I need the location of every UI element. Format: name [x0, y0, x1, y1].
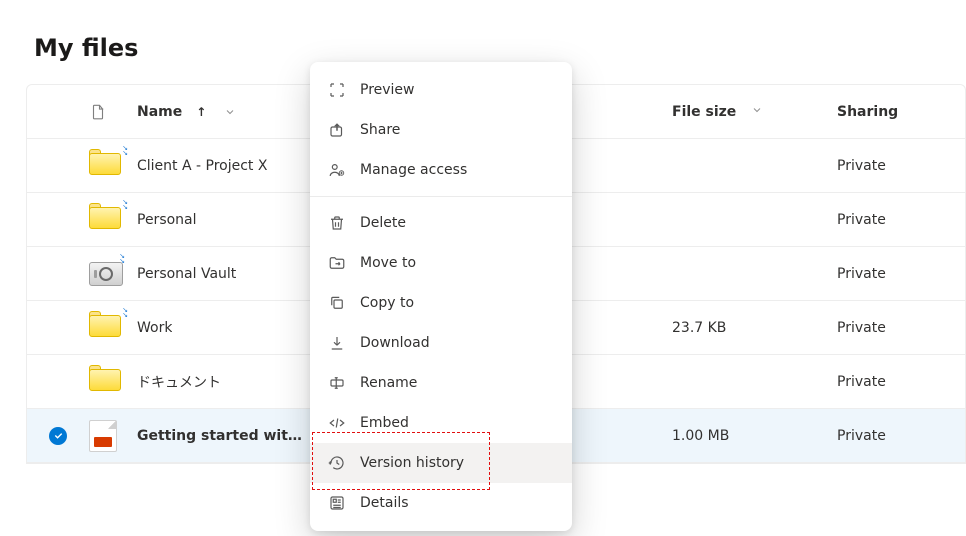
sync-icon: ↘↘	[119, 254, 124, 264]
menu-item-delete[interactable]: Delete	[310, 203, 572, 243]
menu-separator	[310, 196, 572, 197]
version-history-icon	[328, 454, 346, 472]
column-header-file-size-label: File size	[672, 104, 736, 120]
file-name: Work	[137, 320, 172, 336]
download-icon	[328, 334, 346, 352]
context-menu: Preview Share Manage access Delete Move …	[310, 62, 572, 531]
preview-icon	[328, 81, 346, 99]
menu-item-move-to[interactable]: Move to	[310, 243, 572, 283]
menu-item-embed[interactable]: Embed	[310, 403, 572, 443]
menu-item-preview-label: Preview	[360, 82, 415, 98]
folder-icon: ↘↘	[89, 207, 125, 233]
menu-item-preview[interactable]: Preview	[310, 70, 572, 110]
embed-icon	[328, 414, 346, 432]
pdf-icon	[89, 420, 117, 452]
file-size: 23.7 KB	[672, 320, 837, 336]
file-name: Personal Vault	[137, 266, 236, 282]
file-name: ドキュメント	[137, 372, 221, 392]
rename-icon	[328, 374, 346, 392]
sync-icon: ↘↘	[122, 308, 127, 318]
page-title: My files	[34, 34, 966, 62]
sort-up-icon: ↑	[196, 105, 206, 119]
file-name: Getting started with Or	[137, 428, 309, 444]
menu-item-share[interactable]: Share	[310, 110, 572, 150]
delete-icon	[328, 214, 346, 232]
details-icon	[328, 494, 346, 512]
folder-icon: ↘↘	[89, 315, 125, 341]
menu-item-copy-to[interactable]: Copy to	[310, 283, 572, 323]
file-size: 1.00 MB	[672, 428, 837, 444]
header-file-icon	[89, 103, 137, 121]
menu-item-rename-label: Rename	[360, 375, 417, 391]
column-header-file-size[interactable]: File size	[672, 104, 837, 120]
copy-to-icon	[328, 294, 346, 312]
vault-icon: ↘↘	[89, 262, 123, 286]
file-sharing: Private	[837, 428, 965, 444]
file-sharing: Private	[837, 212, 965, 228]
file-sharing: Private	[837, 266, 965, 282]
sync-icon: ↘↘	[122, 146, 127, 156]
column-header-name-label: Name	[137, 104, 182, 120]
menu-item-delete-label: Delete	[360, 215, 406, 231]
chevron-down-icon	[751, 104, 763, 116]
menu-item-download[interactable]: Download	[310, 323, 572, 363]
menu-item-download-label: Download	[360, 335, 430, 351]
selected-check-icon[interactable]	[49, 427, 67, 445]
column-header-sharing-label: Sharing	[837, 104, 898, 120]
menu-item-share-label: Share	[360, 122, 400, 138]
menu-item-version-history-label: Version history	[360, 455, 464, 471]
menu-item-embed-label: Embed	[360, 415, 409, 431]
menu-item-manage-access[interactable]: Manage access	[310, 150, 572, 190]
chevron-down-icon	[224, 106, 236, 118]
file-sharing: Private	[837, 320, 965, 336]
menu-item-details-label: Details	[360, 495, 409, 511]
menu-item-move-to-label: Move to	[360, 255, 416, 271]
column-header-sharing[interactable]: Sharing	[837, 104, 965, 120]
menu-item-copy-to-label: Copy to	[360, 295, 414, 311]
menu-item-rename[interactable]: Rename	[310, 363, 572, 403]
menu-item-manage-access-label: Manage access	[360, 162, 467, 178]
menu-item-version-history[interactable]: Version history	[310, 443, 572, 483]
folder-icon: ↘↘	[89, 153, 125, 179]
menu-item-details[interactable]: Details	[310, 483, 572, 523]
move-to-icon	[328, 254, 346, 272]
sync-icon: ↘↘	[122, 200, 127, 210]
folder-icon	[89, 369, 125, 395]
share-icon	[328, 121, 346, 139]
file-name: Client A - Project X	[137, 158, 267, 174]
file-name: Personal	[137, 212, 197, 228]
file-sharing: Private	[837, 158, 965, 174]
file-sharing: Private	[837, 374, 965, 390]
manage-access-icon	[328, 161, 346, 179]
